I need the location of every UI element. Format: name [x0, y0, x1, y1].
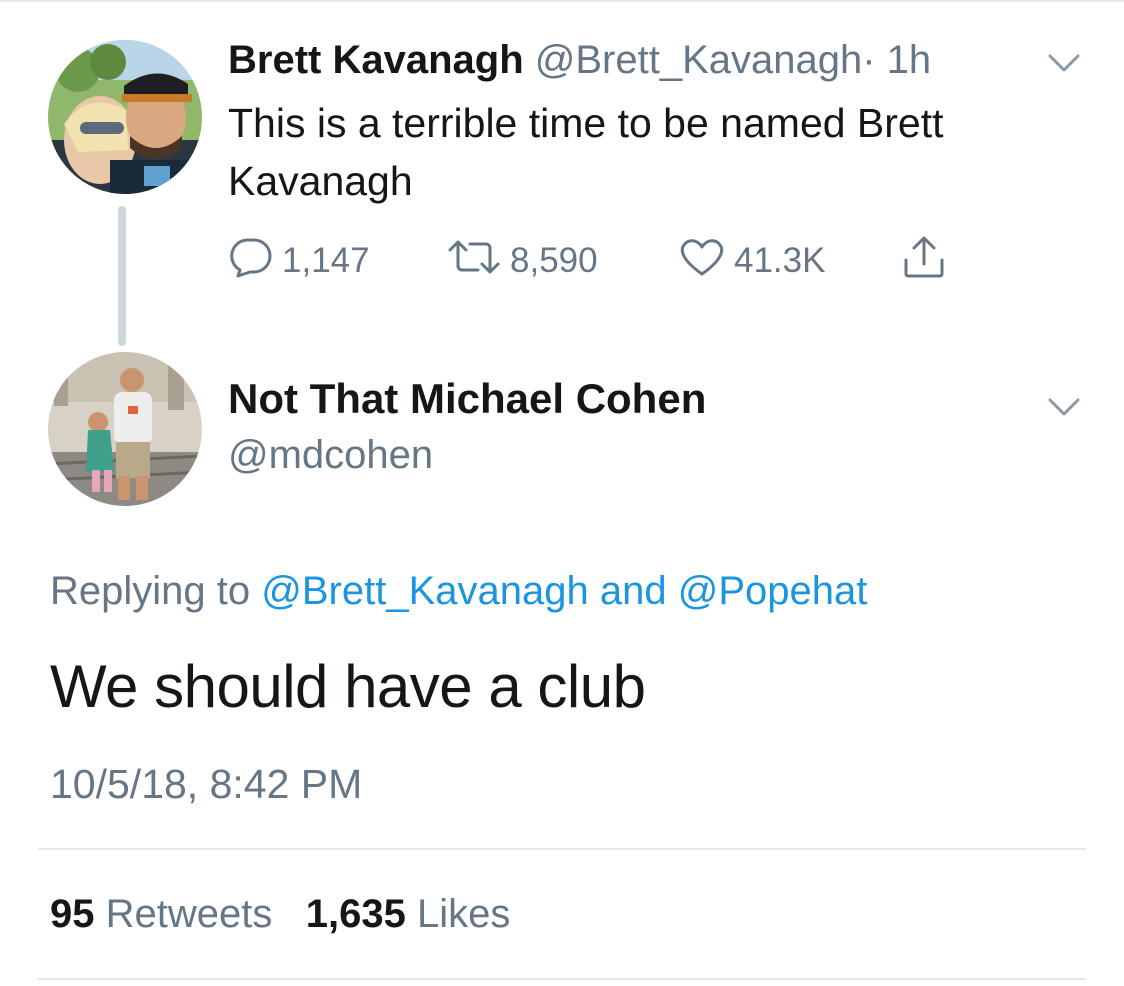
tweet2-menu-chevron-down-icon[interactable]	[1044, 392, 1084, 422]
share-icon	[900, 234, 956, 289]
retweet-icon	[446, 236, 510, 287]
replying-prefix: Replying to	[50, 569, 251, 613]
like-count: 41.3K	[734, 241, 826, 280]
mention-popehat[interactable]: @Popehat	[678, 569, 868, 613]
tweet1-text: This is a terrible time to be named Bret…	[228, 100, 944, 204]
retweets-stat[interactable]: 95 Retweets	[50, 892, 284, 936]
likes-stat[interactable]: 1,635 Likes	[306, 892, 511, 936]
tweet1-handle[interactable]: @Brett_Kavanagh	[535, 38, 862, 82]
stats-divider-bottom	[38, 978, 1086, 980]
mention-brett-kavanagh[interactable]: @Brett_Kavanagh	[261, 569, 588, 613]
like-total: 1,635	[305, 892, 406, 936]
reply-button[interactable]: 1,147	[228, 236, 370, 286]
tweet1-menu-chevron-down-icon[interactable]	[1044, 48, 1084, 78]
reply-icon	[228, 236, 282, 287]
tweet2-timestamp: 10/5/18, 8:42 PM	[50, 761, 363, 807]
tweet1-action-bar: 1,147 8,590 41.3K	[228, 236, 988, 286]
stats-divider-top	[38, 848, 1086, 850]
retweet-button[interactable]: 8,590	[446, 236, 598, 286]
thread-connector	[118, 206, 126, 346]
tweet2-stats: 95 Retweets 1,635 Likes	[50, 886, 510, 942]
top-divider	[0, 0, 1124, 2]
heart-icon	[678, 236, 734, 287]
tweet2-handle[interactable]: @mdcohen	[228, 430, 433, 480]
mention-and[interactable]: and	[600, 569, 667, 613]
retweet-count: 8,590	[510, 241, 598, 280]
tweet1-author-name[interactable]: Brett Kavanagh	[228, 38, 524, 82]
reply-count: 1,147	[282, 241, 370, 280]
tweet1-time: · 1h	[862, 38, 932, 82]
retweet-total: 95	[50, 892, 95, 936]
avatar-mdcohen[interactable]	[48, 352, 202, 506]
share-button[interactable]	[900, 236, 956, 286]
retweet-label: Retweets	[105, 892, 273, 936]
tweet1-header: Brett Kavanagh @Brett_Kavanagh· 1h	[228, 36, 1048, 84]
tweet2-author-name[interactable]: Not That Michael Cohen	[228, 374, 706, 424]
like-label: Likes	[416, 892, 511, 936]
tweet2-text: We should have a club	[50, 653, 646, 720]
avatar-brett-kavanagh[interactable]	[48, 40, 202, 194]
like-button[interactable]: 41.3K	[678, 236, 825, 286]
replying-to-line: Replying to @Brett_Kavanagh and @Popehat	[50, 564, 867, 618]
